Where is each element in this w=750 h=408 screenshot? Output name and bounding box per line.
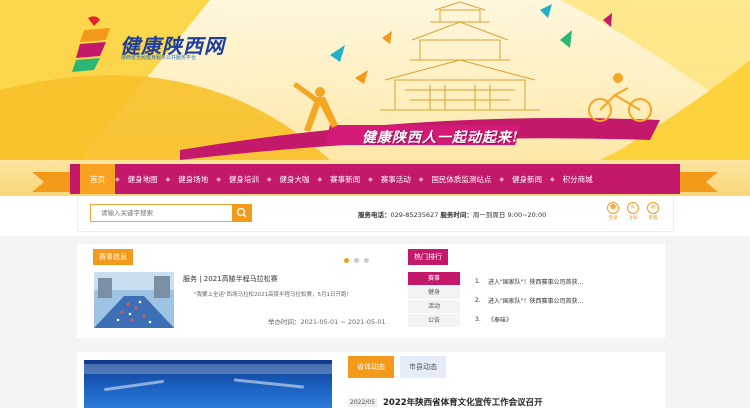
service-info: 服务电话：029-85235627 服务时间：周一到周日 9:00~20:00: [358, 209, 546, 219]
tab-provincial-news[interactable]: 省体动态: [348, 356, 394, 378]
ranking-tab-2[interactable]: 活动: [408, 300, 460, 314]
news-headline[interactable]: 2022年陕西省体育文化宣传工作会议召开: [383, 396, 543, 408]
login-link[interactable]: ☻ 登录: [606, 202, 620, 221]
nav-item-0[interactable]: 首页: [80, 164, 115, 194]
nav-item-3[interactable]: 健身培训: [221, 164, 267, 194]
event-photo[interactable]: [94, 272, 174, 328]
nav-item-2[interactable]: 健身场地: [170, 164, 216, 194]
service-hours: 周一到周日 9:00~20:00: [472, 211, 547, 219]
service-link[interactable]: ✉ 客服: [646, 202, 660, 221]
ranking-tabs: 赛事 健身 活动 公告: [408, 272, 460, 328]
login-label: 登录: [608, 216, 618, 221]
ranking-list: 1. 进入"国家队"！陕西赛事公司首获... 2. 进入"国家队"！陕西赛事公司首获.…: [475, 272, 655, 329]
service-label: 客服: [648, 216, 658, 221]
nav-item-7[interactable]: 国民体质监测站点: [423, 164, 499, 194]
logo-subtitle: 陕西省全民健身服务公共服务平台: [121, 55, 197, 61]
news-date-badge: 2022/05: [348, 398, 377, 407]
ranking-number: 3.: [475, 316, 481, 323]
service-phone-label: 服务电话：: [358, 211, 391, 219]
hot-ranking-tag: 热门排行: [408, 249, 448, 265]
top-icons: ☻ 登录 ✎ 注册 ✉ 客服: [606, 202, 660, 221]
edit-icon: ✎: [627, 202, 639, 214]
service-hours-label: 服务时间：: [440, 211, 473, 219]
register-label: 注册: [628, 216, 638, 221]
search-input[interactable]: [90, 204, 232, 222]
header-banner: 健康陕西网 陕西省全民健身服务公共服务平台 健康陕西人一起动起来!: [0, 0, 750, 160]
news-photo[interactable]: [84, 360, 332, 408]
ranking-tab-3[interactable]: 公告: [408, 314, 460, 328]
nav-item-1[interactable]: 健身地图: [120, 164, 166, 194]
event-description: "我要上全运"西场马拉松2021高陵半程马拉松赛，5月1日开跑！: [194, 292, 353, 298]
banner-slogan: 健康陕西人一起动起来!: [362, 130, 520, 146]
search-button[interactable]: [232, 204, 252, 222]
tab-city-news[interactable]: 市县动态: [400, 356, 446, 378]
logo-mark-icon: [72, 16, 110, 72]
ranking-number: 1.: [475, 278, 481, 285]
nav-item-5[interactable]: 赛事新闻: [322, 164, 368, 194]
carousel-dot[interactable]: [364, 258, 369, 263]
search-bar: 服务电话：029-85235627 服务时间：周一到周日 9:00~20:00 …: [77, 196, 674, 232]
ranking-item[interactable]: 2. 进入"国家队"！陕西赛事公司首获...: [475, 291, 655, 310]
ranking-text: 进入"国家队"！陕西赛事公司首获...: [488, 279, 584, 286]
ranking-tab-1[interactable]: 健身: [408, 286, 460, 300]
nav-item-4[interactable]: 健身大咖: [272, 164, 318, 194]
service-phone: 029-85235627: [390, 211, 439, 219]
user-icon: ☻: [607, 202, 619, 214]
nav-item-9[interactable]: 积分商城: [555, 164, 601, 194]
ranking-item[interactable]: 1. 进入"国家队"！陕西赛事公司首获...: [475, 272, 655, 291]
nav-item-6[interactable]: 赛事活动: [373, 164, 419, 194]
carousel-dot[interactable]: [344, 258, 349, 263]
ranking-item[interactable]: 3. 《奉味》: [475, 310, 655, 329]
chat-icon: ✉: [647, 202, 659, 214]
event-info-tag: 赛事信息: [93, 249, 133, 265]
ranking-number: 2.: [475, 297, 481, 304]
carousel-dot[interactable]: [354, 258, 359, 263]
ranking-text: 《奉味》: [488, 317, 513, 324]
conference-photo: [84, 364, 332, 392]
main-nav: 首页 ◆ 健身地图 ◆ 健身场地 ◆ 健身培训 ◆ 健身大咖 ◆ 赛事新闻 ◆ 赛事活动 ◆ 国民体质监测站…: [70, 164, 680, 194]
carousel-dots: [344, 258, 369, 263]
register-link[interactable]: ✎ 注册: [626, 202, 640, 221]
nav-item-8[interactable]: 健身新闻: [504, 164, 550, 194]
event-date: 举办时间：2021-05-01 ~ 2021-05-01: [268, 318, 386, 326]
marathon-photo: [94, 272, 174, 328]
search-icon: [236, 207, 247, 218]
ranking-text: 进入"国家队"！陕西赛事公司首获...: [488, 298, 584, 305]
ranking-tab-0[interactable]: 赛事: [408, 272, 460, 286]
event-title[interactable]: 服务 | 2021高陵半程马拉松赛: [183, 274, 278, 284]
